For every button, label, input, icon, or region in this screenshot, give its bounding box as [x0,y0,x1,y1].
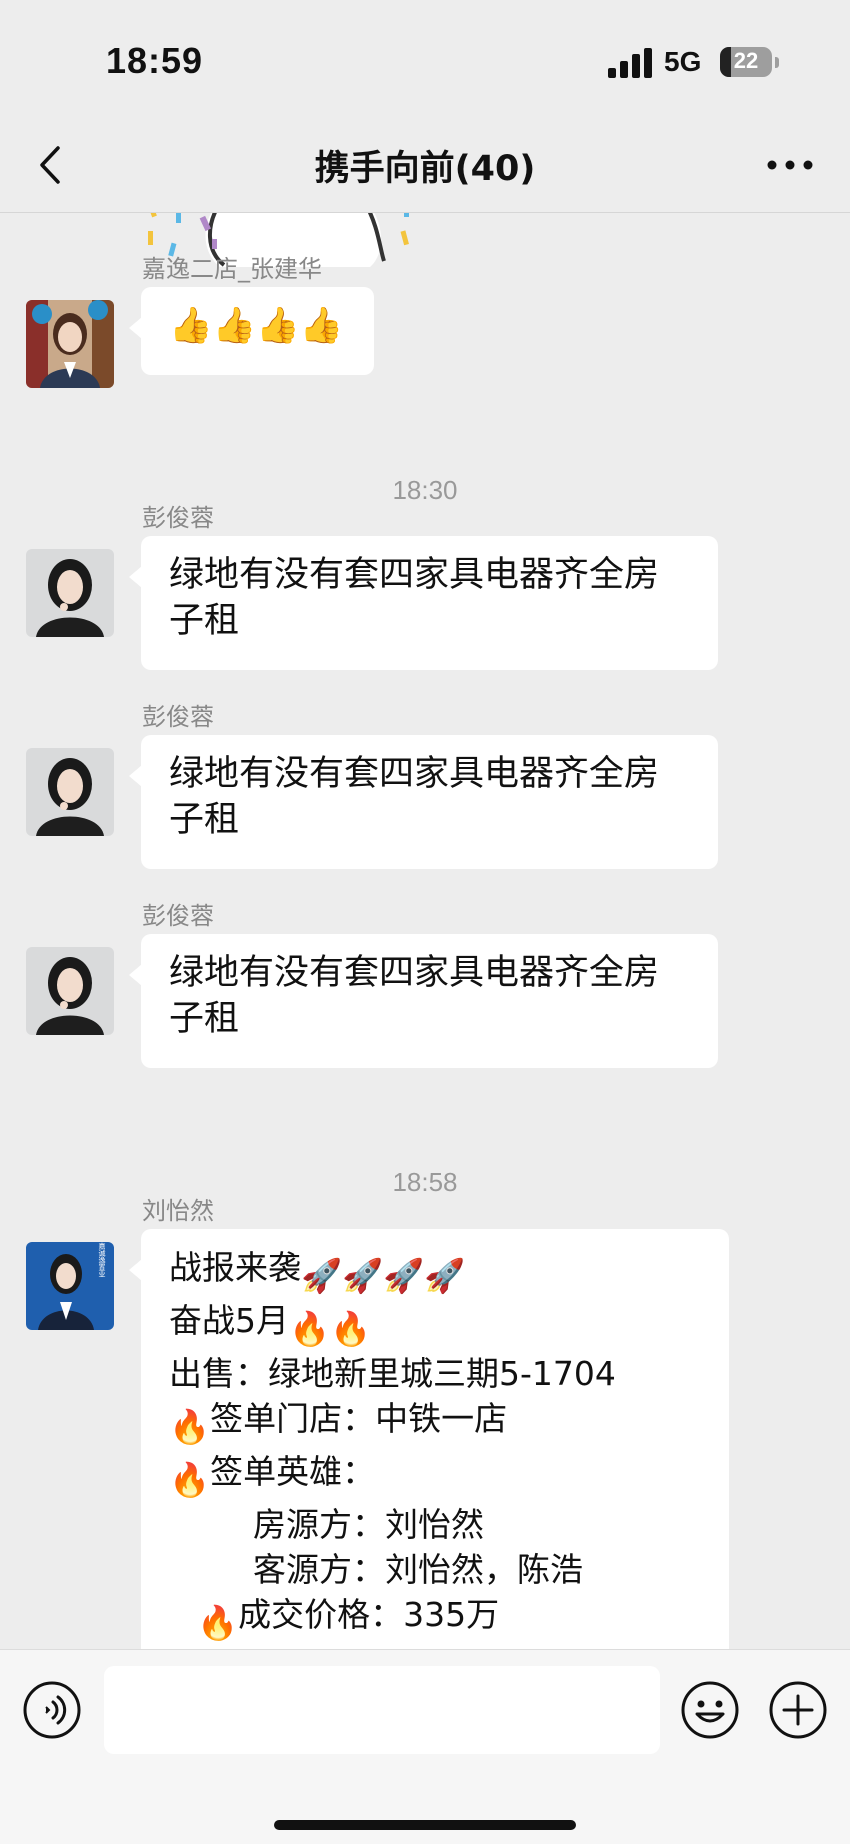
message-text: 签单门店：中铁一店 [210,1399,508,1438]
fire-icon: 🔥 [169,1407,211,1446]
message-input[interactable] [104,1666,660,1754]
status-time: 18:59 [106,40,204,81]
message-text: 子租 [169,601,240,641]
fire-icons: 🔥🔥 [289,1309,372,1348]
message-text: 绿地有没有套四家具电器齐全房 [169,953,660,993]
avatar[interactable] [26,748,114,836]
report-line: 🔥成交价格：335万 [169,1592,701,1645]
plus-button[interactable] [768,1680,828,1740]
message-text: 👍👍👍👍 [169,306,344,346]
more-button[interactable] [760,140,820,190]
message-text: 战报来袭 [169,1248,301,1287]
rocket-icons: 🚀🚀🚀🚀 [301,1256,466,1295]
report-line: 🔥签单英雄： [169,1449,701,1502]
message-text: 奋战5月 [169,1301,289,1340]
chat-title: 携手向前(40) [314,149,536,189]
status-bar: 18:59 5G 22 [0,0,850,120]
avatar[interactable] [26,300,114,388]
nav-bar: 携手向前(40) [0,120,850,213]
home-indicator[interactable] [274,1820,576,1830]
message-text: 子租 [169,800,240,840]
avatar-text: 嘉诚逸置业 [98,1242,106,1278]
message-bubble[interactable]: 绿地有没有套四家具电器齐全房 子租 [129,934,718,1068]
fire-icon: 🔥 [197,1603,239,1642]
voice-button[interactable] [22,1680,82,1740]
emoji-button[interactable] [680,1680,740,1740]
message-text: 成交价格：335万 [238,1595,500,1634]
sender-name: 嘉逸二店_张建华 [142,255,322,283]
report-line: 战报来袭🚀🚀🚀🚀 [169,1245,701,1298]
sender-name: 彭俊蓉 [142,902,214,930]
sender-name: 刘怡然 [142,1197,214,1225]
message-text: 签单英雄： [210,1452,376,1491]
avatar[interactable] [26,947,114,1035]
avatar[interactable] [26,549,114,637]
report-line: 奋战5月🔥🔥 [169,1298,701,1351]
fire-icon: 🔥 [169,1460,211,1499]
sender-name: 彭俊蓉 [142,703,214,731]
avatar[interactable]: 嘉诚逸置业 [26,1242,114,1330]
message-text: 房源方：刘怡然 [253,1505,484,1544]
timestamp: 18:30 [392,475,458,505]
message-bubble[interactable]: 绿地有没有套四家具电器齐全房 子租 [129,536,718,670]
report-line: 房源方：刘怡然 [169,1502,701,1547]
report-line: 🔥签单门店：中铁一店 [169,1396,701,1449]
signal-icon [608,48,652,78]
chat-area[interactable]: 嘉逸二店_张建华 👍👍👍👍 18:30 彭俊蓉 绿地有没有套四家具电器齐全房 子… [0,213,850,1649]
message-text: 出售：绿地新里城三期5-1704 [169,1354,616,1393]
report-line: 客源方：刘怡然，陈浩 [169,1547,701,1592]
network-label: 5G [664,46,702,77]
message-text: 绿地有没有套四家具电器齐全房 [169,754,660,794]
message-text: 子租 [169,999,240,1039]
report-bubble[interactable]: 战报来袭🚀🚀🚀🚀 奋战5月🔥🔥 出售：绿地新里城三期5-1704 🔥签单门店：中… [129,1229,729,1649]
message-bubble[interactable]: 👍👍👍👍 [129,287,374,375]
battery-icon: 22 [720,47,772,77]
battery-cap [775,57,779,68]
battery-text: 22 [733,48,759,73]
message-bubble[interactable]: 绿地有没有套四家具电器齐全房 子租 [129,735,718,869]
report-line: 出售：绿地新里城三期5-1704 [169,1351,701,1396]
message-text: 客源方：刘怡然，陈浩 [253,1550,583,1589]
timestamp: 18:58 [392,1167,458,1197]
message-text: 绿地有没有套四家具电器齐全房 [169,555,660,595]
sender-name: 彭俊蓉 [142,504,214,532]
input-bar [0,1649,850,1844]
